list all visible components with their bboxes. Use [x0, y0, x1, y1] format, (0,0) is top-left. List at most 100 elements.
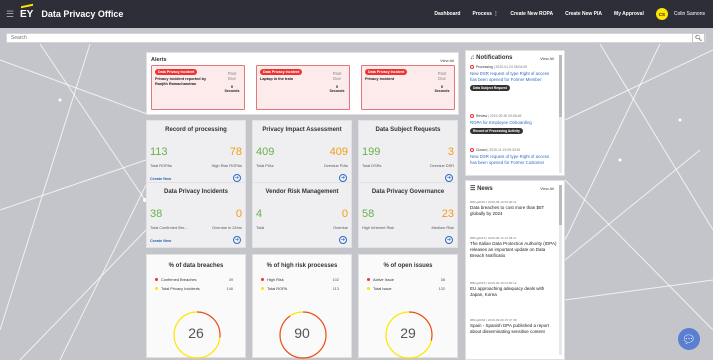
card-secondary-value: 409 — [329, 146, 348, 158]
nav-dashboard[interactable]: Dashboard — [434, 11, 460, 17]
news-date: 2019-09-09 15:47:38 — [487, 318, 517, 322]
nav-create-new-pia[interactable]: Create New PIA — [565, 11, 602, 17]
news-item[interactable]: RBlog2004 | 2019-09-09 15:47:38 Spain - … — [470, 318, 558, 335]
card-data-privacy-incidents[interactable]: Data Privacy Incidents 38 0 Total Confir… — [146, 182, 246, 248]
notification-item[interactable]: Review | 2019-09-30 09:08:46 ROPA for Em… — [470, 114, 556, 134]
news-title: News — [477, 186, 493, 192]
arrow-right-circle-icon[interactable]: ➜ — [339, 174, 347, 182]
legend-label: Total ROPA — [267, 286, 288, 291]
legend-value: 132 — [438, 286, 446, 291]
card-primary-value: 113 — [150, 146, 168, 158]
news-headline[interactable]: EU approaching adequacy deals with Japan… — [470, 286, 558, 298]
card-data-subject-requests[interactable]: Data Subject Requests 199 3 Total DSRs O… — [358, 120, 458, 186]
legend-label: Total Issue — [373, 286, 392, 291]
notification-meta: Processing | 2020-01-24 08:04:05 — [470, 65, 556, 70]
pct-card-title: % of open issues — [383, 263, 433, 269]
arrow-right-circle-icon[interactable]: ➜ — [445, 236, 453, 244]
card-secondary-label: Overdue PIAs — [323, 163, 348, 168]
arrow-right-circle-icon[interactable]: ➜ — [233, 174, 241, 182]
status-circle-icon — [470, 114, 474, 119]
logo-text: EY — [20, 8, 34, 20]
notification-meta: Closed | 2019-11-19 09:33:51 — [470, 148, 556, 153]
status-circle-icon — [470, 148, 474, 153]
avatar[interactable]: CS — [655, 8, 668, 20]
notification-link[interactable]: New DSR request of type Right of access … — [470, 71, 556, 83]
legend-dot — [155, 278, 158, 282]
nav-create-new-ropa[interactable]: Create New ROPA — [510, 11, 553, 17]
notifications-view-all-link[interactable]: View All — [540, 56, 554, 61]
status-circle-icon — [470, 65, 474, 70]
scrollbar-thumb[interactable] — [559, 185, 562, 225]
notification-link[interactable]: New DSR request of type Right of access … — [470, 154, 556, 170]
card-title: Data Privacy Incidents — [163, 189, 229, 195]
legend-value: 38 — [440, 277, 445, 282]
card-title: Privacy Impact Assessment — [262, 127, 342, 133]
notification-tag: Data Subject Request — [470, 84, 510, 91]
scrollbar-thumb[interactable] — [559, 55, 562, 117]
card-data-privacy-governance[interactable]: Data Privacy Governance 58 23 High Inher… — [358, 182, 458, 248]
notification-status: Review — [476, 114, 488, 118]
pct-card-data-breaches: % of data breaches Confirmed Breaches 39 … — [146, 254, 246, 359]
search-icon: 🔍︎ — [694, 35, 703, 42]
alert-card[interactable]: Data Privacy Incident Privacy incident r… — [151, 65, 245, 110]
legend-row: Total ROPA 113 — [261, 286, 339, 291]
legend-dot — [261, 287, 264, 291]
nav-my-approval[interactable]: My Approval — [614, 11, 644, 17]
more-vertical-icon: ⋮ — [493, 11, 499, 17]
news-scrollbar[interactable] — [559, 185, 562, 355]
news-meta: RBlog2004 | 2019-09-09 15:47:38 — [470, 318, 517, 322]
notifications-scrollbar[interactable] — [559, 55, 562, 173]
legend-row: Total Privacy Incidents 146 — [155, 286, 233, 291]
pct-value: 26 — [188, 325, 204, 341]
news-item[interactable]: RBlog2019 | 2019-09-12 12:38:11 The Ital… — [470, 236, 558, 259]
alert-card[interactable]: Data Privacy Incident Privacy incident P… — [361, 65, 455, 110]
logo-accent-bar — [21, 3, 33, 8]
news-headline[interactable]: Data breaches to cost more than $5T glob… — [470, 205, 558, 217]
create-new-link[interactable]: Create New — [150, 238, 171, 243]
alerts-view-all-link[interactable]: View All — [440, 58, 454, 63]
user-name[interactable]: Colin Samons — [674, 11, 705, 17]
card-vendor-risk-management[interactable]: Vendor Risk Management 4 0 Total Overdue… — [252, 182, 352, 248]
news-source: RBlog2020 — [470, 200, 486, 204]
notifications-title: Notifications — [476, 55, 513, 61]
alert-badge: Data Privacy Incident — [365, 69, 408, 75]
pct-card-open-issues: % of open issues Active Issue 38 Total Is… — [358, 254, 458, 359]
arrow-right-circle-icon[interactable]: ➜ — [339, 236, 347, 244]
card-privacy-impact-assessment[interactable]: Privacy Impact Assessment 409 409 Total … — [252, 120, 352, 186]
arrow-right-circle-icon[interactable]: ➜ — [233, 236, 241, 244]
notification-item[interactable]: Closed | 2019-11-19 09:33:51 New DSR req… — [470, 148, 556, 170]
chat-button[interactable]: 💬︎ — [678, 328, 700, 350]
legend-value: 102 — [332, 277, 340, 282]
arrow-right-circle-icon[interactable]: ➜ — [445, 174, 453, 182]
card-secondary-value: 23 — [441, 208, 454, 220]
news-date: 2019-09-15 04:50:12 — [487, 281, 517, 285]
alert-due-label: Past Due — [332, 71, 342, 82]
news-item[interactable]: RBlog2015 | 2019-09-15 04:50:12 EU appro… — [470, 281, 558, 298]
news-item[interactable]: RBlog2020 | 2019-09-19 09:40:11 Data bre… — [470, 200, 558, 217]
news-view-all-link[interactable]: View All — [540, 186, 554, 191]
card-record-of-processing[interactable]: Record of processing 113 78 Total ROPAs … — [146, 120, 246, 186]
legend-row: Total Issue 132 — [367, 286, 445, 291]
news-headline[interactable]: Spain - Spanish DPA published a report a… — [470, 323, 558, 335]
card-secondary-label: High Risk ROPAs — [211, 163, 242, 168]
search-button[interactable]: 🔍︎ — [692, 33, 705, 43]
alert-due-label: Past Due — [227, 71, 237, 82]
news-headline[interactable]: The Italian Data Protection Authority (I… — [470, 241, 558, 259]
alert-card[interactable]: Data Privacy Incident Laptop in the trai… — [256, 65, 350, 110]
create-new-link[interactable]: Create New — [150, 176, 171, 181]
notification-link[interactable]: ROPA for Employee Onboarding — [470, 120, 556, 126]
hamburger-icon[interactable]: ☰ — [6, 9, 20, 20]
card-secondary-label: Medium Risk — [431, 225, 454, 230]
search-input[interactable] — [7, 34, 607, 42]
alerts-title: Alerts — [151, 57, 167, 63]
notification-date: 2019-09-30 09:08:46 — [489, 114, 522, 118]
card-title: Data Subject Requests — [375, 127, 441, 133]
notification-item[interactable]: Processing | 2020-01-24 08:04:05 New DSR… — [470, 65, 556, 91]
news-header: ☰ News — [470, 185, 493, 192]
nav-process[interactable]: Process ⋮ — [473, 11, 499, 17]
card-primary-value: 58 — [362, 208, 375, 220]
card-secondary-value: 0 — [341, 208, 348, 220]
news-meta: RBlog2015 | 2019-09-15 04:50:12 — [470, 281, 517, 285]
ey-logo: EY — [20, 3, 34, 20]
alert-due-unit: Seconds — [434, 88, 450, 93]
